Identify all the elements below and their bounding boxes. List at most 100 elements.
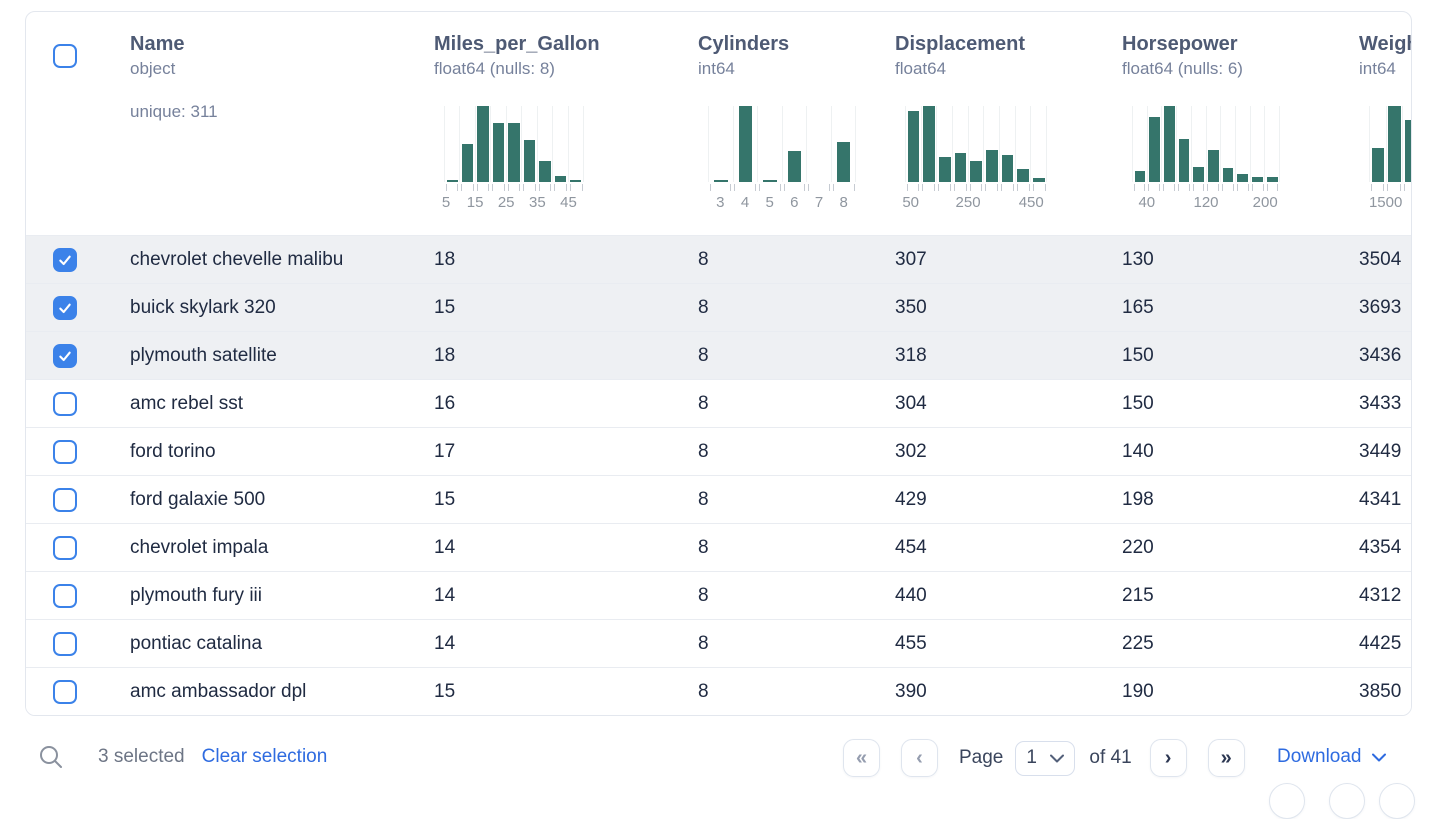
- row-checkbox-cell: [26, 668, 105, 715]
- row-checkbox[interactable]: [53, 488, 77, 512]
- column-title[interactable]: Weight: [1359, 32, 1411, 56]
- histogram-bin: [521, 106, 536, 182]
- histogram-tick: [1252, 184, 1264, 191]
- row-checkbox[interactable]: [53, 584, 77, 608]
- column-title[interactable]: Cylinders: [698, 32, 870, 56]
- cell-value: 17: [409, 428, 673, 475]
- cell-value: 165: [1097, 284, 1334, 331]
- histogram-axis-label: 3: [716, 194, 724, 211]
- histogram-tick: [1148, 184, 1160, 191]
- clear-selection-link[interactable]: Clear selection: [202, 746, 328, 768]
- row-checkbox-cell: [26, 524, 105, 571]
- download-menu[interactable]: Download: [1277, 746, 1386, 768]
- column-histogram: 40120200: [1132, 106, 1280, 212]
- prev-page-button[interactable]: ‹: [901, 739, 938, 777]
- cell-value: 3433: [1334, 380, 1411, 427]
- histogram-tick: [523, 184, 536, 191]
- last-page-button[interactable]: »: [1208, 739, 1245, 777]
- histogram-bin: [1147, 106, 1162, 182]
- table-row: plymouth satellite1883181503436: [26, 331, 1411, 379]
- column-title[interactable]: Name: [130, 32, 409, 56]
- column-title[interactable]: Displacement: [895, 32, 1097, 56]
- selected-count-label: 3 selected: [98, 746, 185, 768]
- cell-value: 8: [673, 428, 870, 475]
- histogram-bars: [1369, 106, 1412, 182]
- histogram-bin: [733, 106, 758, 182]
- cell-value: 304: [870, 380, 1097, 427]
- histogram-axis-labels: 40120200: [1132, 194, 1280, 212]
- column-dtype: int64: [698, 58, 870, 80]
- column-header-displacement: Displacementfloat6450250450: [870, 12, 1097, 235]
- page-number-dropdown[interactable]: 1: [1015, 741, 1075, 776]
- column-title[interactable]: Horsepower: [1122, 32, 1334, 56]
- histogram-tick: [477, 184, 490, 191]
- histogram-bin: [952, 106, 968, 182]
- row-checkbox-cell: [26, 332, 105, 379]
- column-title[interactable]: Miles_per_Gallon: [434, 32, 673, 56]
- row-checkbox[interactable]: [53, 632, 77, 656]
- histogram-bar: [1164, 106, 1175, 182]
- cell-value: 429: [870, 476, 1097, 523]
- histogram-tick: [1237, 184, 1249, 191]
- cell-value: 4312: [1334, 572, 1411, 619]
- cell-name: plymouth satellite: [105, 332, 409, 379]
- footer-selection-area: 3 selected Clear selection: [38, 744, 327, 770]
- page-label: Page: [959, 747, 1003, 769]
- cell-value: 215: [1097, 572, 1334, 619]
- histogram-tick: [1267, 184, 1279, 191]
- row-checkbox[interactable]: [53, 440, 77, 464]
- table-row: ford torino1783021403449: [26, 427, 1411, 475]
- row-checkbox[interactable]: [53, 248, 77, 272]
- page-number-value: 1: [1026, 747, 1037, 769]
- cell-value: 8: [673, 620, 870, 667]
- cell-value: 318: [870, 332, 1097, 379]
- row-checkbox[interactable]: [53, 296, 77, 320]
- histogram-bin: [1176, 106, 1191, 182]
- histogram-bar: [739, 106, 753, 182]
- table-row: chevrolet impala1484542204354: [26, 523, 1411, 571]
- histogram-bar: [462, 144, 473, 182]
- search-icon[interactable]: [38, 744, 64, 770]
- cell-value: 454: [870, 524, 1097, 571]
- histogram-ticks: [905, 184, 1047, 191]
- histogram-ticks: [708, 184, 856, 191]
- histogram-tick: [1017, 184, 1030, 191]
- check-icon: [57, 252, 73, 268]
- row-checkbox[interactable]: [53, 392, 77, 416]
- histogram-bar: [1405, 120, 1412, 182]
- row-checkbox[interactable]: [53, 536, 77, 560]
- cell-value: 14: [409, 620, 673, 667]
- histogram-bin: [983, 106, 999, 182]
- cell-value: 8: [673, 236, 870, 283]
- cell-value: 15: [409, 668, 673, 715]
- cell-value: 3504: [1334, 236, 1411, 283]
- toolbar-button-partial[interactable]: [1329, 783, 1365, 819]
- select-all-checkbox[interactable]: [53, 44, 77, 68]
- histogram-bar: [955, 153, 967, 182]
- row-checkbox[interactable]: [53, 680, 77, 704]
- histogram-bar: [508, 123, 519, 182]
- histogram-tick: [833, 184, 855, 191]
- histogram-bin: [1015, 106, 1031, 182]
- histogram-axis-labels: 515253545: [444, 194, 584, 212]
- cell-value: 15: [409, 284, 673, 331]
- first-page-button[interactable]: «: [843, 739, 880, 777]
- histogram-bin: [1132, 106, 1147, 182]
- histogram-axis-label: 250: [956, 194, 981, 211]
- toolbar-button-partial[interactable]: [1269, 783, 1305, 819]
- row-checkbox-cell: [26, 236, 105, 283]
- toolbar-button-partial[interactable]: [1379, 783, 1415, 819]
- table-row: buick skylark 3201583501653693: [26, 283, 1411, 331]
- histogram-bars: [905, 106, 1047, 182]
- page-root: { "accent_colors": { "checkbox_blue": "#…: [0, 0, 1436, 792]
- header-checkbox-cell: [26, 12, 105, 235]
- row-checkbox[interactable]: [53, 344, 77, 368]
- next-page-button[interactable]: ›: [1150, 739, 1187, 777]
- cell-name: ford torino: [105, 428, 409, 475]
- histogram-bar: [1252, 177, 1263, 182]
- histogram-bar: [788, 151, 802, 182]
- table-row: pontiac catalina1484552254425: [26, 619, 1411, 667]
- histogram-bar: [970, 161, 982, 182]
- cell-value: 8: [673, 332, 870, 379]
- histogram-axis-labels: 15003500: [1369, 194, 1412, 212]
